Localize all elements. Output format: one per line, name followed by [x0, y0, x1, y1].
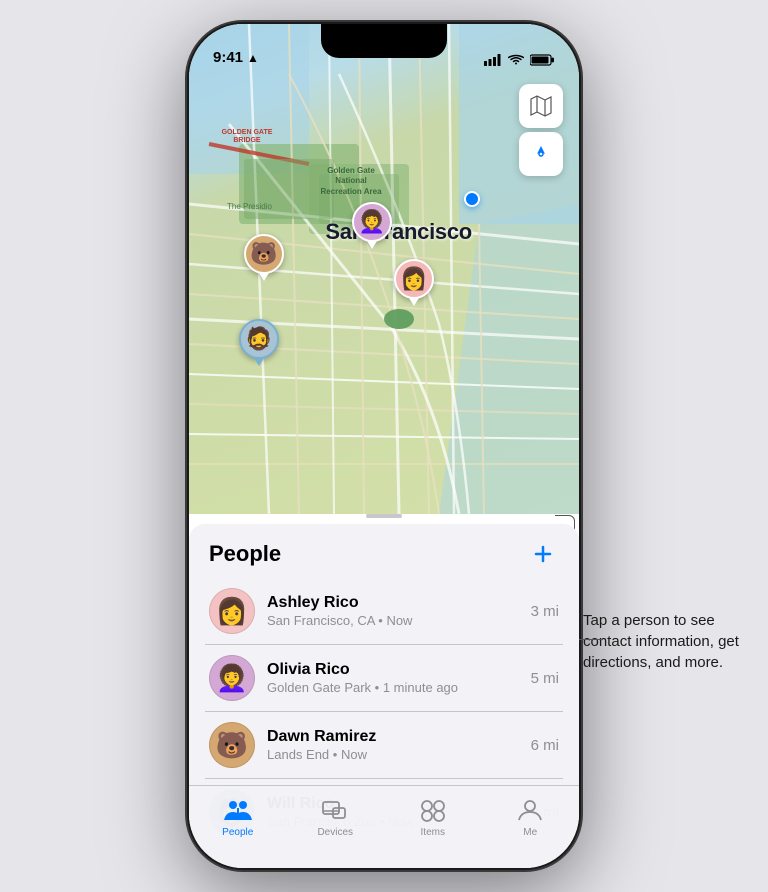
- status-icons: [484, 54, 555, 66]
- tab-me[interactable]: Me: [500, 796, 560, 838]
- map-type-icon: [530, 95, 552, 117]
- tab-people-icon: [224, 796, 252, 824]
- add-person-button[interactable]: [527, 538, 559, 570]
- tab-people[interactable]: People: [208, 796, 268, 838]
- person-info-ashley: Ashley Rico San Francisco, CA • Now: [267, 594, 523, 628]
- tab-items[interactable]: Items: [403, 796, 463, 838]
- me-icon: [516, 798, 544, 822]
- map-area[interactable]: GOLDEN GATEBRIDGE The Presidio Golden Ga…: [189, 24, 579, 514]
- notch: [321, 24, 447, 58]
- person-name-ashley: Ashley Rico: [267, 594, 523, 612]
- person-name-dawn: Dawn Ramirez: [267, 728, 523, 746]
- annotation: Tap a person to see contact information,…: [583, 610, 748, 673]
- user-location-dot: [464, 191, 480, 207]
- person-avatar-ashley: 👩: [209, 588, 255, 634]
- tab-me-icon: [516, 796, 544, 824]
- person-row-ashley[interactable]: 👩 Ashley Rico San Francisco, CA • Now 3 …: [205, 578, 563, 645]
- annotation-text: Tap a person to see contact information,…: [583, 612, 739, 671]
- person-info-olivia: Olivia Rico Golden Gate Park • 1 minute …: [267, 661, 523, 695]
- phone-frame: 9:41 ▲: [189, 24, 579, 868]
- person-distance-olivia: 5 mi: [531, 670, 559, 687]
- location-button[interactable]: [519, 132, 563, 176]
- map-pin-will[interactable]: 🧔: [239, 319, 279, 366]
- person-location-olivia: Golden Gate Park • 1 minute ago: [267, 680, 523, 695]
- person-avatar-dawn: 🐻: [209, 722, 255, 768]
- tab-items-icon: [419, 796, 447, 824]
- tab-devices-icon: [321, 796, 349, 824]
- person-distance-dawn: 6 mi: [531, 737, 559, 754]
- person-distance-ashley: 3 mi: [531, 603, 559, 620]
- location-icon: [531, 144, 551, 164]
- time-display: 9:41: [213, 49, 243, 66]
- location-arrow-icon: ▲: [247, 51, 259, 65]
- signal-icon: [484, 54, 502, 66]
- people-title: People: [209, 541, 281, 567]
- annotation-line: [575, 639, 603, 641]
- park-label: Golden GateNationalRecreation Area: [307, 166, 395, 197]
- drawer-handle: [366, 514, 402, 518]
- people-header: People: [189, 524, 579, 578]
- person-row-dawn[interactable]: 🐻 Dawn Ramirez Lands End • Now 6 mi: [205, 712, 563, 779]
- person-location-dawn: Lands End • Now: [267, 747, 523, 762]
- items-icon: [419, 798, 447, 822]
- person-name-olivia: Olivia Rico: [267, 661, 523, 679]
- plus-icon: [533, 544, 553, 564]
- devices-icon: [321, 798, 349, 822]
- person-row-olivia[interactable]: 👩‍🦱 Olivia Rico Golden Gate Park • 1 min…: [205, 645, 563, 712]
- scene: 9:41 ▲: [0, 0, 768, 892]
- bridge-label: GOLDEN GATEBRIDGE: [207, 129, 287, 146]
- tab-devices-label: Devices: [317, 827, 353, 838]
- tab-items-label: Items: [421, 827, 445, 838]
- map-pin-dawn[interactable]: 🐻: [244, 234, 284, 281]
- presidio-label: The Presidio: [227, 202, 272, 211]
- battery-icon: [530, 54, 555, 66]
- status-time: 9:41 ▲: [213, 49, 259, 66]
- tab-devices[interactable]: Devices: [305, 796, 365, 838]
- tab-bar: People Devices: [189, 785, 579, 868]
- map-controls: [519, 84, 563, 176]
- tab-me-label: Me: [523, 827, 537, 838]
- map-pin-ashley[interactable]: 👩: [394, 259, 434, 306]
- person-info-dawn: Dawn Ramirez Lands End • Now: [267, 728, 523, 762]
- person-avatar-olivia: 👩‍🦱: [209, 655, 255, 701]
- people-icon: [224, 798, 252, 822]
- tab-people-label: People: [222, 827, 253, 838]
- map-pin-olivia[interactable]: 👩‍🦱: [352, 202, 392, 249]
- map-type-button[interactable]: [519, 84, 563, 128]
- wifi-icon: [508, 54, 524, 66]
- person-location-ashley: San Francisco, CA • Now: [267, 613, 523, 628]
